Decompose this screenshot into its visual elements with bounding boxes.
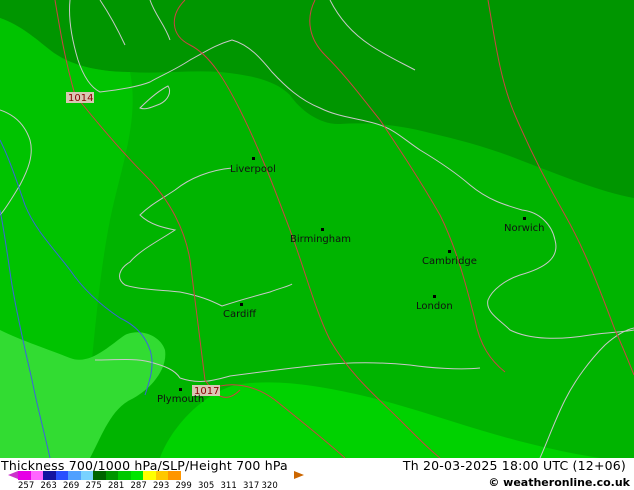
legend-swatch — [143, 471, 156, 480]
legend-tick-label: 305 — [198, 481, 215, 490]
city-marker — [252, 157, 255, 160]
legend-swatch — [43, 471, 56, 480]
legend-tick-label: 293 — [153, 481, 170, 490]
city-marker — [448, 250, 451, 253]
legend-tick-label: 269 — [63, 481, 80, 490]
legend-arrow-right-icon — [294, 471, 304, 479]
legend-tick-label: 281 — [108, 481, 125, 490]
credit-link[interactable]: © weatheronline.co.uk — [488, 476, 630, 489]
legend-color-bar — [18, 471, 181, 480]
isobar-label-1014: 1014 — [68, 93, 93, 104]
city-label-birmingham: Birmingham — [290, 234, 351, 245]
legend-tick-label: 311 — [220, 481, 237, 490]
map-footer: Thickness 700/1000 hPa/SLP/Height 700 hP… — [0, 458, 634, 490]
city-marker — [523, 217, 526, 220]
legend-swatch — [55, 471, 68, 480]
city-label-london: London — [416, 301, 453, 312]
city-marker — [321, 228, 324, 231]
legend-swatch — [68, 471, 81, 480]
legend-swatch — [118, 471, 131, 480]
legend-tick-label: 287 — [130, 481, 147, 490]
color-legend: 257 263 269 275 281 287 293 299 305 311 317 320 — [0, 471, 330, 490]
legend-swatch — [155, 471, 168, 480]
legend-swatch — [30, 471, 43, 480]
isobar-label-group-1014: 1014 — [66, 92, 94, 104]
city-label-plymouth: Plymouth — [157, 394, 204, 405]
city-label-liverpool: Liverpool — [230, 164, 276, 175]
city-label-cambridge: Cambridge — [422, 256, 477, 267]
legend-arrow-left-icon — [8, 471, 18, 479]
legend-swatch — [80, 471, 93, 480]
legend-swatch — [105, 471, 118, 480]
legend-tick-label: 257 — [18, 481, 35, 490]
city-label-norwich: Norwich — [504, 223, 545, 234]
city-marker — [433, 295, 436, 298]
thickness-map: 1014 1017 Liverpool Birmingham Norwich C… — [0, 0, 634, 458]
city-marker — [179, 388, 182, 391]
legend-tick-label: 263 — [40, 481, 57, 490]
legend-tick-label: 275 — [85, 481, 102, 490]
city-marker — [240, 303, 243, 306]
legend-swatch — [130, 471, 143, 480]
legend-tick-label: 299 — [175, 481, 192, 490]
legend-tick-label: 320 — [261, 481, 278, 490]
weather-map-view: 1014 1017 Liverpool Birmingham Norwich C… — [0, 0, 634, 490]
legend-swatch — [168, 471, 181, 480]
legend-tick-label: 317 — [243, 481, 260, 490]
legend-swatch — [93, 471, 106, 480]
legend-swatch — [18, 471, 31, 480]
city-label-cardiff: Cardiff — [223, 309, 257, 320]
valid-time: Th 20-03-2025 18:00 UTC (12+06) — [402, 458, 626, 473]
